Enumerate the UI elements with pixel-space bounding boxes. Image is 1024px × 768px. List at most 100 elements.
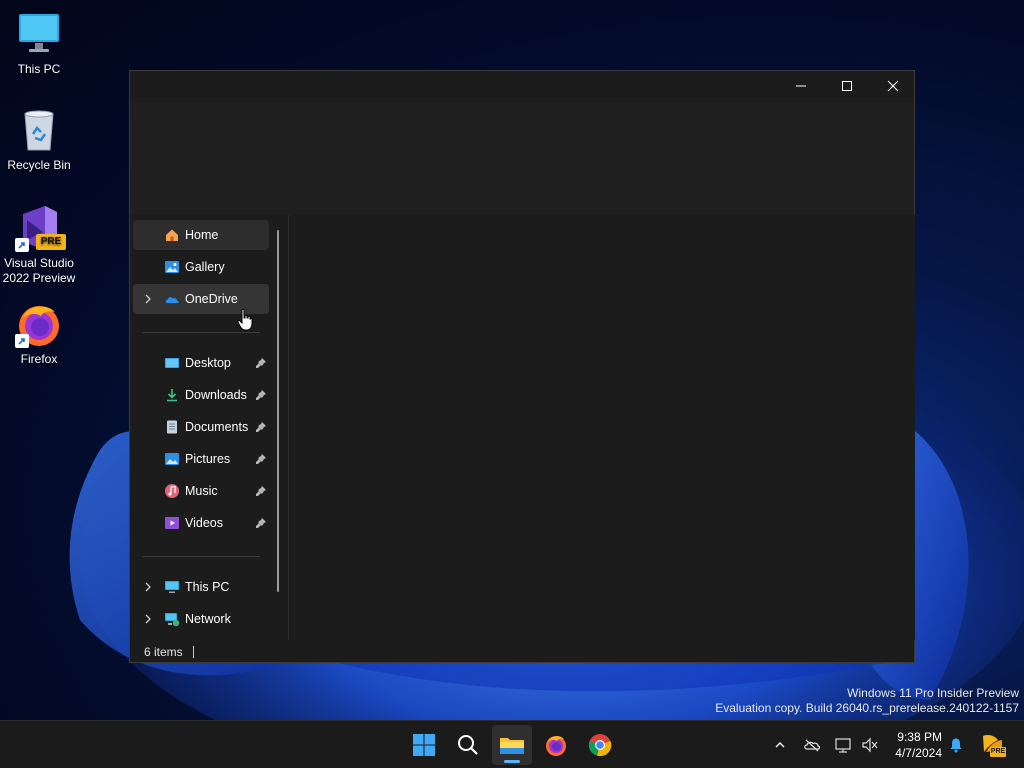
navigation-pane[interactable]: Home Gallery OneDrive Desktop Downloads … <box>130 215 288 640</box>
nav-item-label: Network <box>185 612 231 626</box>
nav-item-label: This PC <box>185 580 230 594</box>
notifications-button[interactable] <box>946 735 966 755</box>
firefox-icon <box>546 736 566 756</box>
network-tray-button[interactable] <box>834 735 854 755</box>
file-explorer-window[interactable]: Home Gallery OneDrive Desktop Downloads … <box>129 70 915 663</box>
clock-date: 4/7/2024 <box>895 746 942 760</box>
evaluation-watermark: Windows 11 Pro Insider Preview Evaluatio… <box>715 686 1019 716</box>
nav-item-label: Desktop <box>185 356 231 370</box>
nav-item-videos[interactable]: Videos <box>133 508 269 538</box>
desktop-icon-this-pc[interactable]: This PC <box>0 10 78 77</box>
chrome-icon <box>588 734 612 757</box>
firefox-icon <box>15 300 63 348</box>
nav-item-label: Gallery <box>185 260 225 274</box>
nav-item-label: OneDrive <box>185 292 238 306</box>
desktop-icon-label: Firefox <box>20 352 58 366</box>
search-button[interactable] <box>448 725 488 765</box>
taskbar-file-explorer[interactable] <box>492 725 532 765</box>
bell-icon <box>950 738 962 753</box>
start-button[interactable] <box>404 725 444 765</box>
taskbar-firefox[interactable] <box>536 725 576 765</box>
desktop-icon-label: Recycle Bin <box>7 158 71 172</box>
hand-cursor-icon <box>237 308 253 331</box>
chevron-right-icon[interactable] <box>143 581 153 593</box>
clock[interactable]: 9:38 PM 4/7/2024 <box>886 729 942 761</box>
pictures-icon <box>165 453 179 465</box>
pre-badge: PRE <box>36 234 66 250</box>
minimize-icon <box>796 85 806 87</box>
pin-icon[interactable] <box>255 517 267 529</box>
nav-item-downloads[interactable]: Downloads <box>133 380 269 410</box>
nav-item-pictures[interactable]: Pictures <box>133 444 269 474</box>
desktop-folder-icon <box>165 358 179 368</box>
chevron-right-icon[interactable] <box>143 293 153 305</box>
maximize-icon <box>842 81 852 91</box>
show-hidden-icons-button[interactable] <box>770 735 790 755</box>
nav-separator <box>142 332 260 333</box>
title-bar[interactable] <box>130 71 914 103</box>
start-icon <box>413 734 435 756</box>
active-app-indicator <box>504 760 520 763</box>
watermark-line1: Windows 11 Pro Insider Preview <box>847 686 1019 700</box>
documents-icon <box>167 420 177 434</box>
item-count: 6 items <box>144 644 183 659</box>
shortcut-arrow-icon <box>15 238 29 252</box>
nav-item-label: Downloads <box>185 388 247 402</box>
pin-icon[interactable] <box>255 421 267 433</box>
nav-item-network[interactable]: Network <box>133 604 269 634</box>
shortcut-arrow-icon <box>15 334 29 348</box>
onedrive-icon <box>165 297 179 303</box>
monitor-icon <box>15 10 63 58</box>
command-bar-area <box>130 103 914 215</box>
nav-separator <box>142 556 260 557</box>
this-pc-icon <box>165 581 179 593</box>
recycle-bin-icon <box>15 106 63 154</box>
nav-pane-scrollbar[interactable] <box>277 230 279 592</box>
nav-item-label: Videos <box>185 516 223 530</box>
status-bar: 6 items <box>130 640 914 663</box>
desktop-icon-label-line2: 2022 Preview <box>2 271 76 285</box>
close-icon <box>887 80 899 92</box>
nav-item-label: Home <box>185 228 219 242</box>
nav-item-desktop[interactable]: Desktop <box>133 348 269 378</box>
nav-item-label: Documents <box>185 420 249 434</box>
desktop-icon-visual-studio[interactable]: PRE Visual Studio 2022 Preview <box>0 204 78 286</box>
close-button[interactable] <box>870 71 916 101</box>
pin-icon[interactable] <box>255 357 267 369</box>
taskbar-chrome[interactable] <box>580 725 620 765</box>
nav-item-home[interactable]: Home <box>133 220 269 250</box>
maximize-button[interactable] <box>824 71 870 101</box>
gallery-icon <box>165 261 179 273</box>
network-status-icon <box>835 738 851 753</box>
onedrive-offline-icon <box>804 739 821 752</box>
pin-icon[interactable] <box>255 485 267 497</box>
chevron-up-icon <box>775 742 785 748</box>
nav-item-label: Music <box>185 484 218 498</box>
nav-item-this-pc[interactable]: This PC <box>133 572 269 602</box>
music-icon <box>165 484 179 498</box>
desktop-icon-firefox[interactable]: Firefox <box>0 300 78 367</box>
network-icon <box>165 613 180 627</box>
desktop-icon-recycle-bin[interactable]: Recycle Bin <box>0 106 78 173</box>
file-list-area[interactable] <box>289 215 915 640</box>
nav-item-gallery[interactable]: Gallery <box>133 252 269 282</box>
home-icon <box>166 229 178 241</box>
pin-icon[interactable] <box>255 453 267 465</box>
insider-preview-tray-button[interactable]: PRE <box>980 732 1006 758</box>
taskbar[interactable]: 9:38 PM 4/7/2024 PRE <box>0 720 1024 768</box>
desktop-icon-label-line1: Visual Studio <box>4 256 74 270</box>
volume-tray-button[interactable] <box>860 735 880 755</box>
minimize-button[interactable] <box>778 71 824 101</box>
nav-item-documents[interactable]: Documents <box>133 412 269 442</box>
volume-muted-icon <box>862 737 878 753</box>
pin-icon[interactable] <box>255 389 267 401</box>
clock-time: 9:38 PM <box>897 730 942 744</box>
file-explorer-icon <box>500 738 524 754</box>
downloads-icon <box>167 389 177 402</box>
desktop-icon-label: This PC <box>17 62 61 76</box>
search-icon <box>458 735 478 755</box>
videos-icon <box>165 517 179 529</box>
chevron-right-icon[interactable] <box>143 613 153 625</box>
onedrive-tray-button[interactable] <box>802 735 822 755</box>
nav-item-music[interactable]: Music <box>133 476 269 506</box>
